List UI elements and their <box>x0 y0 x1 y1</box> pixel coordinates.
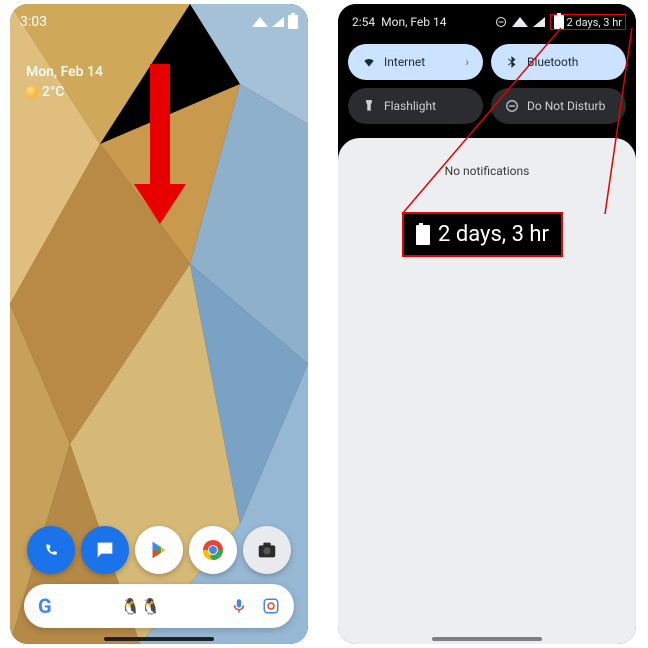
search-bar[interactable]: G 🐧🐧 <box>24 584 294 628</box>
tile-label: Internet <box>384 55 425 69</box>
weather-row: 2°C <box>26 84 103 100</box>
date-text: Mon, Feb 14 <box>26 64 103 80</box>
battery-estimate-callout: 2 days, 3 hr <box>402 212 563 257</box>
status-time: 3:03 <box>20 14 47 30</box>
tile-label: Bluetooth <box>527 55 578 69</box>
play-store-app-icon[interactable] <box>135 526 183 574</box>
status-bar: 3:03 <box>20 10 298 34</box>
at-a-glance[interactable]: Mon, Feb 14 2°C <box>26 64 103 100</box>
battery-icon <box>554 15 564 29</box>
signal-icon <box>272 17 284 27</box>
gesture-handle[interactable] <box>432 637 542 641</box>
search-doodle: 🐧🐧 <box>121 597 161 616</box>
status-date: Mon, Feb 14 <box>381 15 446 29</box>
wifi-icon <box>512 17 528 27</box>
phone-app-icon[interactable] <box>27 526 75 574</box>
hotseat <box>10 526 308 574</box>
gesture-handle[interactable] <box>104 637 214 641</box>
dnd-tile[interactable]: Do Not Disturb <box>491 88 626 124</box>
google-logo: G <box>38 594 52 618</box>
battery-icon <box>288 15 298 29</box>
no-notifications-text: No notifications <box>338 164 636 178</box>
weather-icon <box>26 86 38 98</box>
wifi-icon <box>252 17 268 27</box>
quick-settings-panel: 2:54 Mon, Feb 14 2 days, 3 hr Internet <box>338 4 636 138</box>
wifi-icon <box>362 55 376 69</box>
callout-text: 2 days, 3 hr <box>438 222 549 247</box>
signal-icon <box>533 17 545 27</box>
mic-icon[interactable] <box>230 597 248 615</box>
tile-label: Do Not Disturb <box>527 99 605 113</box>
home-screen: 3:03 Mon, Feb 14 2°C <box>10 4 308 644</box>
lens-icon[interactable] <box>262 597 280 615</box>
battery-estimate-pill: 2 days, 3 hr <box>550 14 627 30</box>
tile-label: Flashlight <box>384 99 436 113</box>
flashlight-tile[interactable]: Flashlight <box>348 88 483 124</box>
bluetooth-tile[interactable]: Bluetooth <box>491 44 626 80</box>
bluetooth-icon <box>505 55 519 69</box>
dnd-icon <box>505 99 519 113</box>
dnd-status-icon <box>495 16 507 28</box>
status-time: 2:54 <box>352 15 375 29</box>
battery-estimate-text: 2 days, 3 hr <box>567 16 623 29</box>
battery-icon <box>416 225 430 245</box>
flashlight-icon <box>362 99 376 113</box>
temperature: 2°C <box>42 84 64 100</box>
swipe-down-arrow <box>150 64 186 224</box>
chevron-right-icon: › <box>465 55 469 69</box>
quick-settings-screen: 2:54 Mon, Feb 14 2 days, 3 hr Internet <box>338 4 636 644</box>
internet-tile[interactable]: Internet › <box>348 44 483 80</box>
messages-app-icon[interactable] <box>81 526 129 574</box>
status-bar: 2:54 Mon, Feb 14 2 days, 3 hr <box>352 14 626 30</box>
camera-app-icon[interactable] <box>243 526 291 574</box>
chrome-app-icon[interactable] <box>189 526 237 574</box>
quick-settings-grid: Internet › Bluetooth Flashlight Do Not D… <box>348 44 626 124</box>
